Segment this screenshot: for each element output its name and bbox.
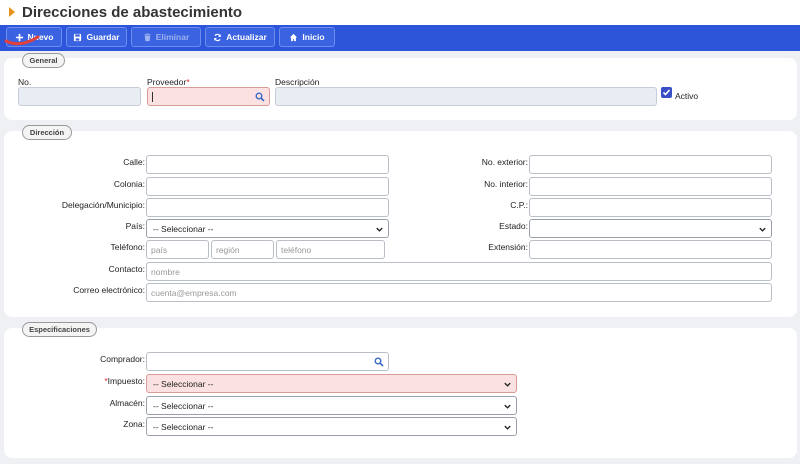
title-bar: Direcciones de abastecimiento <box>0 0 800 25</box>
pais-label: País: <box>125 221 145 231</box>
no-interior-input[interactable] <box>529 177 772 196</box>
comprador-label: Comprador: <box>100 354 145 364</box>
almacen-label: Almacén: <box>109 398 145 408</box>
proveedor-input[interactable] <box>147 87 270 106</box>
telefono-numero-placeholder: teléfono <box>281 244 312 255</box>
telefono-region-input[interactable]: región <box>211 240 274 259</box>
zona-label: Zona: <box>123 419 145 429</box>
search-icon[interactable] <box>374 357 384 367</box>
telefono-region-placeholder: región <box>216 244 240 255</box>
actualizar-button[interactable]: Actualizar <box>205 27 275 47</box>
correo-placeholder: cuenta@empresa.com <box>151 287 237 298</box>
descripcion-field[interactable] <box>275 87 657 106</box>
text-caret <box>152 91 153 102</box>
calle-input[interactable] <box>146 155 389 174</box>
telefono-pais-placeholder: país <box>151 244 168 255</box>
chevron-down-icon <box>759 227 766 232</box>
chevron-down-icon <box>504 382 511 387</box>
calle-label: Calle: <box>123 157 145 167</box>
delegacion-label: Delegación/Municipio: <box>61 200 145 210</box>
estado-label: Estado: <box>499 221 528 231</box>
pais-select-value: -- Seleccionar -- <box>153 223 214 234</box>
proveedor-label: Proveedor* <box>147 77 190 87</box>
extension-label: Extensión: <box>488 242 528 252</box>
colonia-label: Colonia: <box>113 179 145 189</box>
home-icon <box>290 33 298 41</box>
contacto-placeholder: nombre <box>151 266 180 277</box>
impuesto-select[interactable]: -- Seleccionar -- <box>146 374 517 393</box>
contacto-input[interactable]: nombre <box>146 262 772 281</box>
highlight-swoosh-icon <box>4 35 40 46</box>
general-tag: General <box>22 53 65 68</box>
no-label: No. <box>18 77 32 87</box>
eliminar-label: Eliminar <box>155 32 190 42</box>
guardar-label: Guardar <box>86 32 120 42</box>
zona-select-value: -- Seleccionar -- <box>153 421 214 432</box>
page-title: Direcciones de abastecimiento <box>22 4 243 21</box>
inicio-label: Inicio <box>302 32 325 42</box>
guardar-button[interactable]: Guardar <box>66 27 127 47</box>
search-icon[interactable] <box>255 92 265 102</box>
chevron-down-icon <box>376 227 383 232</box>
no-exterior-label: No. exterior: <box>481 157 528 167</box>
refresh-icon <box>214 33 221 41</box>
no-field[interactable] <box>18 87 141 106</box>
estado-select[interactable] <box>529 219 772 238</box>
telefono-numero-input[interactable]: teléfono <box>276 240 385 259</box>
chevron-down-icon <box>504 425 511 430</box>
impuesto-label-text: Impuesto: <box>107 376 145 386</box>
almacen-select-value: -- Seleccionar -- <box>153 400 214 411</box>
toolbar: Nuevo Guardar Eliminar Actualizar Inicio <box>0 25 800 51</box>
cp-input[interactable] <box>529 198 772 217</box>
activo-checkbox[interactable] <box>661 87 672 98</box>
telefono-label: Teléfono: <box>110 242 146 252</box>
especificaciones-tag: Especificaciones <box>22 322 97 337</box>
no-interior-label: No. interior: <box>484 179 528 189</box>
direccion-tag: Dirección <box>22 125 72 140</box>
contacto-label: Contacto: <box>108 264 145 274</box>
correo-label: Correo electrónico: <box>73 285 145 295</box>
colonia-input[interactable] <box>146 177 389 196</box>
extension-input[interactable] <box>529 240 772 259</box>
cp-label: C.P.: <box>510 200 528 210</box>
title-arrow-icon <box>9 7 15 17</box>
impuesto-label: *Impuesto: <box>40 376 145 386</box>
delegacion-input[interactable] <box>146 198 389 217</box>
almacen-select[interactable]: -- Seleccionar -- <box>146 396 517 415</box>
eliminar-button[interactable]: Eliminar <box>131 27 201 47</box>
floppy-disk-icon <box>74 33 82 41</box>
required-mark: * <box>186 77 190 87</box>
correo-input[interactable]: cuenta@empresa.com <box>146 283 772 302</box>
activo-label: Activo <box>675 91 699 101</box>
zona-select[interactable]: -- Seleccionar -- <box>146 417 517 436</box>
impuesto-select-value: -- Seleccionar -- <box>153 378 214 389</box>
especificaciones-panel <box>4 328 797 458</box>
check-icon <box>662 89 671 96</box>
proveedor-label-text: Proveedor <box>147 77 187 87</box>
inicio-button[interactable]: Inicio <box>279 27 335 47</box>
actualizar-label: Actualizar <box>226 32 267 42</box>
descripcion-label: Descripción <box>275 77 320 87</box>
telefono-pais-input[interactable]: país <box>146 240 209 259</box>
chevron-down-icon <box>504 404 511 409</box>
trash-icon <box>144 32 151 41</box>
comprador-input[interactable] <box>146 352 389 371</box>
pais-select[interactable]: -- Seleccionar -- <box>146 219 389 238</box>
no-exterior-input[interactable] <box>529 155 772 174</box>
